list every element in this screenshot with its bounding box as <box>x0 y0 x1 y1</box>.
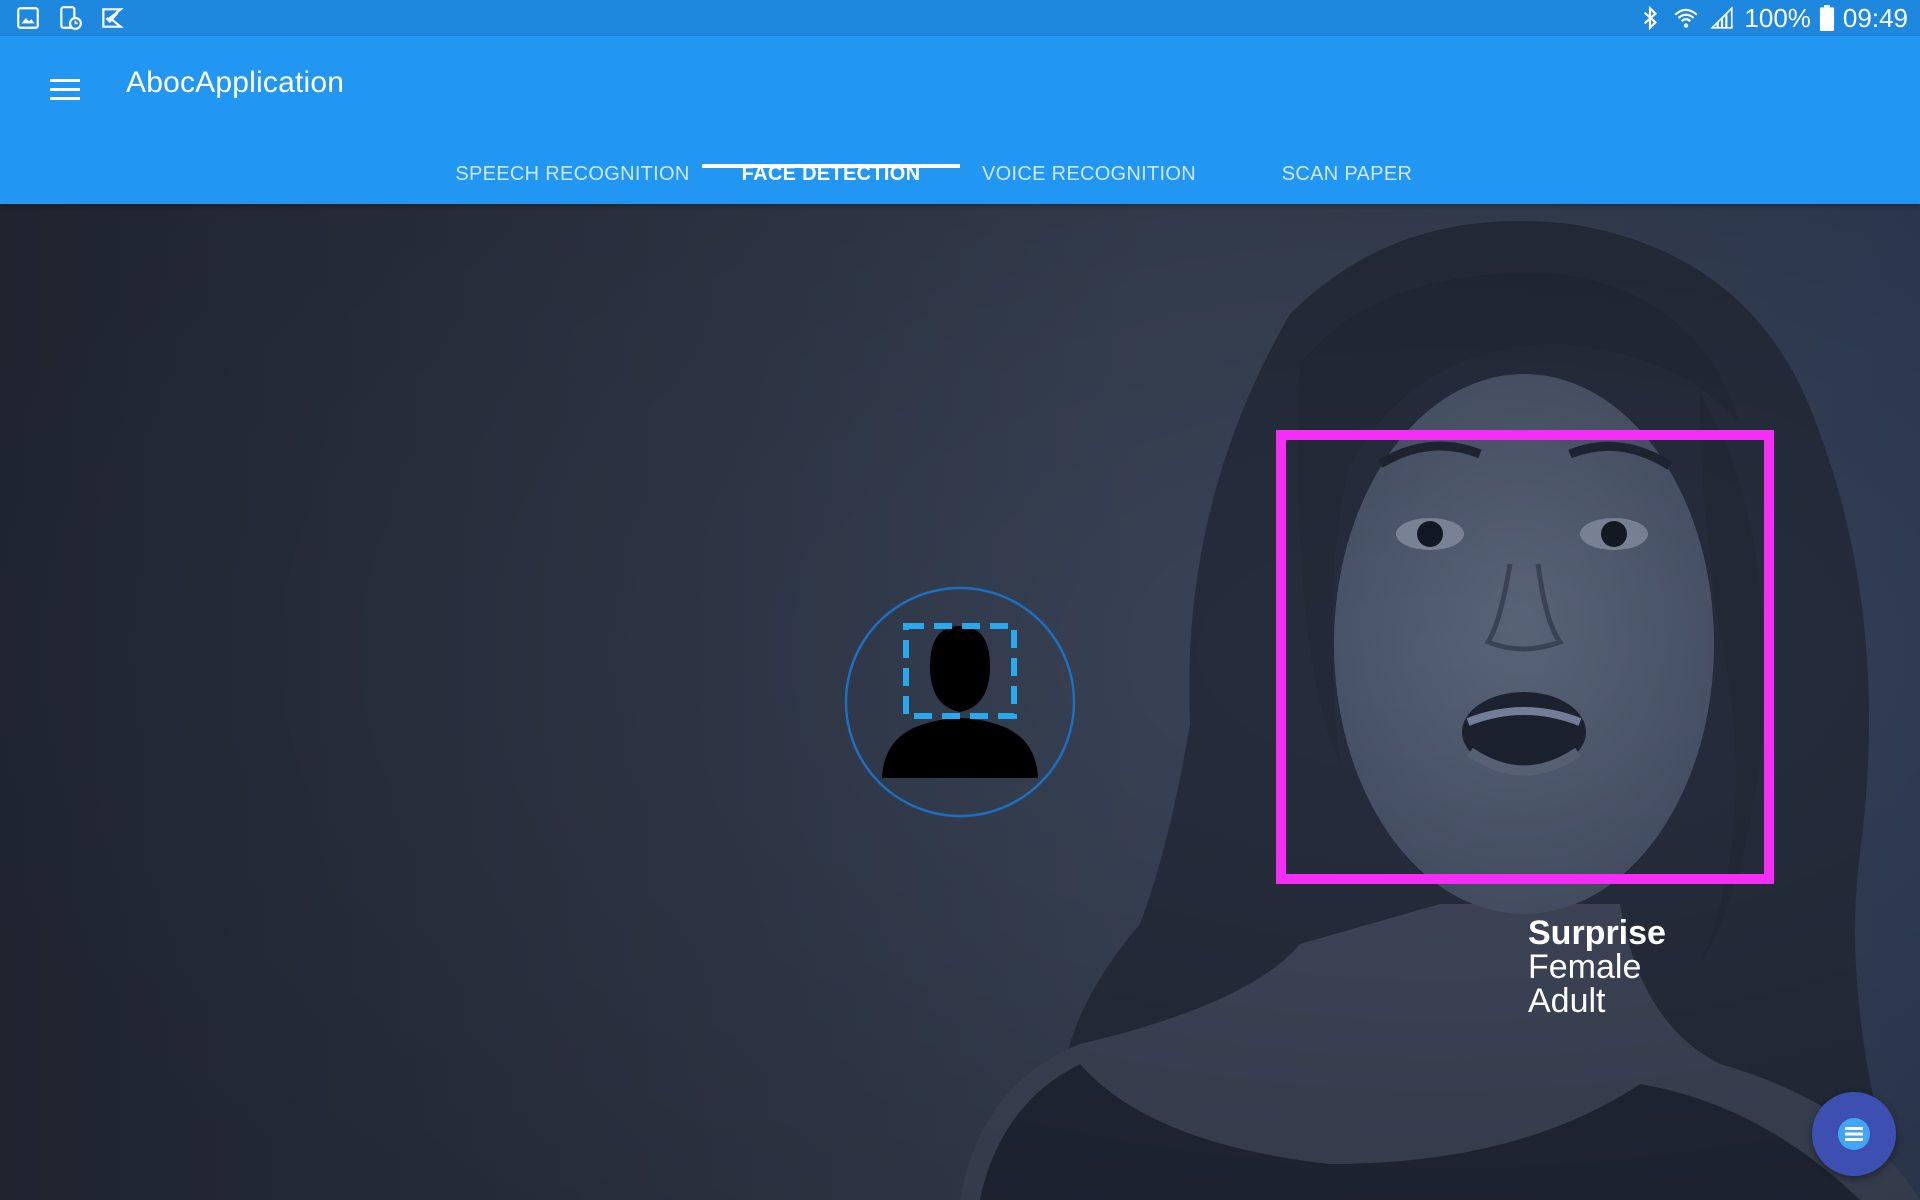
battery-percentage: 100% <box>1744 2 1811 33</box>
tab-scan-paper[interactable]: SCAN PAPER <box>1218 144 1476 204</box>
device-clock-icon <box>60 6 82 30</box>
face-attributes: Surprise Female Adult <box>1528 916 1666 1018</box>
app-bar: AbocApplication SPEECH RECOGNITION FACE … <box>0 36 1920 204</box>
task-check-icon <box>102 8 124 28</box>
tab-voice-recognition[interactable]: VOICE RECOGNITION <box>960 144 1218 204</box>
tab-bar: SPEECH RECOGNITION FACE DETECTION VOICE … <box>0 144 1920 204</box>
gallery-icon <box>17 7 39 29</box>
app-title: AbocApplication <box>126 66 345 99</box>
face-scan-icon <box>844 586 1076 818</box>
status-bar: 100% 09:49 <box>0 0 1920 36</box>
battery-icon <box>1819 5 1835 31</box>
list-menu-icon <box>1838 1118 1870 1150</box>
floating-action-button[interactable] <box>1812 1092 1896 1176</box>
bluetooth-icon <box>1644 5 1658 31</box>
gender-label: Female <box>1528 948 1642 986</box>
wifi-icon <box>1674 8 1698 28</box>
age-label: Adult <box>1528 982 1606 1020</box>
active-tab-indicator <box>702 164 960 168</box>
emotion-label: Surprise <box>1528 914 1666 952</box>
hamburger-menu-icon[interactable] <box>46 70 86 110</box>
system-status: 100% 09:49 <box>1636 0 1908 36</box>
tab-speech-recognition[interactable]: SPEECH RECOGNITION <box>440 144 705 204</box>
clock: 09:49 <box>1842 2 1908 33</box>
face-detection-box <box>1276 430 1774 884</box>
signal-icon <box>1710 6 1733 29</box>
face-detection-view: Surprise Female Adult <box>0 204 1920 1200</box>
notification-icons <box>14 5 126 31</box>
tab-face-detection[interactable]: FACE DETECTION <box>702 144 960 204</box>
